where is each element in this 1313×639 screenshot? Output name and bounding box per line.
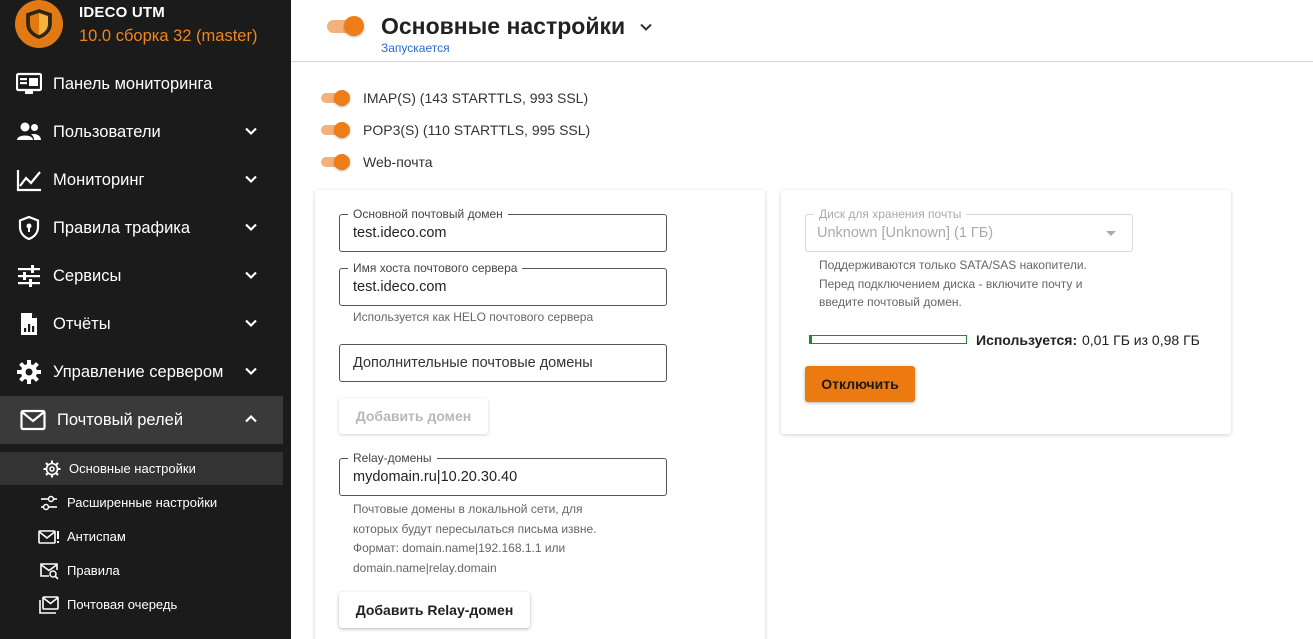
dashboard-icon [16,72,42,96]
extra-domains-input[interactable] [339,344,667,382]
brand: IDECO UTM 10.0 сборка 32 (master) [0,0,291,62]
chart-line-icon [16,168,42,192]
sidebar-item-services[interactable]: Сервисы [0,252,283,300]
sidebar-item-dashboard[interactable]: Панель мониторинга [0,60,283,108]
field-value: test.ideco.com [353,279,447,295]
sidebar-subitem-label: Расширенные настройки [67,495,218,510]
sidebar-item-label: Пользователи [53,122,161,141]
sidebar-item-server-management[interactable]: Управление сервером [0,348,283,396]
domains-card: Основной почтовый домен test.ideco.com И… [315,190,765,639]
sidebar-item-label: Мониторинг [53,170,145,189]
sidebar-subitem-label: Правила [67,563,120,578]
sidebar-item-label: Правила трафика [53,218,191,237]
hint-line: введите почтовый домен. [819,295,962,309]
hint-line: Поддерживаются только SATA/SAS накопител… [819,258,1087,272]
chevron-down-icon [245,223,257,232]
sidebar-item-label: Панель мониторинга [53,74,213,93]
usage-label: Используется: [976,332,1078,348]
mail-search-icon [38,561,60,581]
toggle-label: Web-почта [363,154,433,170]
toggle-label: IMAP(S) (143 STARTTLS, 993 SSL) [363,90,589,106]
shield-icon [15,0,63,48]
field-label: Основной почтовый домен [348,207,508,221]
toggle-switch[interactable] [321,122,351,138]
mail-queue-icon [38,595,60,615]
toggle-label: POP3(S) (110 STARTTLS, 995 SSL) [363,122,591,138]
sidebar-item-traffic-rules[interactable]: Правила трафика [0,204,283,252]
storage-usage-fill [810,336,813,343]
app-title: IDECO UTM [79,4,165,21]
relay-hint: Почтовые домены в локальной сети, для ко… [353,500,597,578]
dropdown-arrow-icon [1106,231,1116,236]
sidebar-subitem-mail-queue[interactable]: Почтовая очередь [0,588,283,621]
storage-hint: Поддерживаются только SATA/SAS накопител… [819,256,1087,312]
sidebar: IDECO UTM 10.0 сборка 32 (master) Панель… [0,0,291,639]
chevron-down-icon[interactable] [639,20,653,34]
sidebar-subitem-rules[interactable]: Правила [0,554,283,587]
field-value: mydomain.ru|10.20.30.40 [353,469,518,485]
shield-icon [16,216,42,240]
sidebar-subitem-label: Почтовая очередь [67,597,178,612]
storage-card: Диск для хранения почты Unknown [Unknown… [781,190,1231,434]
sidebar-item-reports[interactable]: Отчёты [0,300,283,348]
hostname-hint: Используется как HELO почтового сервера [353,310,594,324]
status-text: Запускается [381,41,450,55]
sidebar-item-mail-relay[interactable]: Почтовый релей [0,396,283,444]
sidebar-item-label: Отчёты [53,314,111,333]
report-icon [16,312,42,336]
mail-icon [20,408,46,432]
storage-usage-bar [809,335,967,344]
usage-value: 0,01 ГБ из 0,98 ГБ [1082,332,1200,348]
hint-line: Формат: domain.name|192.168.1.1 или [353,541,566,555]
field-value: Unknown [Unknown] (1 ГБ) [817,225,994,241]
toggle-switch[interactable] [321,154,351,170]
gear-icon [16,360,42,384]
toggle-knob [344,16,364,36]
chevron-down-icon [245,127,257,136]
page-header: Основные настройки Запускается [291,0,1313,62]
field-value: test.ideco.com [353,225,447,241]
chevron-down-icon [245,367,257,376]
hint-line: Почтовые домены в локальной сети, для [353,502,583,516]
main-content: IMAP(S) (143 STARTTLS, 993 SSL) POP3(S) … [291,62,1313,639]
mail-alert-icon [38,527,60,547]
sidebar-item-label: Почтовый релей [57,410,184,429]
sidebar-subitem-label: Антиспам [67,529,126,544]
add-domain-button[interactable]: Добавить домен [339,398,488,434]
service-toggle[interactable] [327,16,365,36]
sidebar-item-monitoring[interactable]: Мониторинг [0,156,283,204]
sliders-icon [16,264,42,288]
sidebar-item-users[interactable]: Пользователи [0,108,283,156]
field-label: Имя хоста почтового сервера [348,261,523,275]
sliders-icon [38,493,60,513]
add-relay-domain-button[interactable]: Добавить Relay-домен [339,592,530,628]
page-title: Основные настройки [381,13,626,39]
app-version: 10.0 сборка 32 (master) [79,27,258,45]
storage-disk-select: Диск для хранения почты Unknown [Unknown… [805,207,1133,252]
hint-line: Перед подключением диска - включите почт… [819,276,1083,291]
sidebar-subitem-antispam[interactable]: Антиспам [0,520,283,553]
chevron-down-icon [245,175,257,184]
disable-button[interactable]: Отключить [805,366,915,402]
hostname-field[interactable]: Имя хоста почтового сервера test.ideco.c… [339,261,667,306]
sidebar-item-label: Управление сервером [53,362,224,381]
sidebar-subitem-label: Основные настройки [69,461,196,476]
chevron-down-icon [245,271,257,280]
hint-line: domain.name|relay.domain [353,560,497,575]
chevron-up-icon [245,414,257,423]
users-icon [16,120,42,144]
toggle-switch[interactable] [321,90,351,106]
extra-domains-text-input[interactable] [340,345,666,381]
main-domain-field[interactable]: Основной почтовый домен test.ideco.com [339,207,667,252]
field-label: Диск для хранения почты [814,207,967,221]
hint-line: которых будут пересылаться письма извне. [353,521,597,536]
sidebar-item-label: Сервисы [53,266,122,285]
sidebar-subitem-basic-settings[interactable]: Основные настройки [0,452,283,485]
sidebar-subitem-advanced-settings[interactable]: Расширенные настройки [0,486,283,519]
relay-domains-field[interactable]: Relay-домены mydomain.ru|10.20.30.40 [339,451,667,496]
gear-icon [41,459,63,479]
chevron-down-icon [245,319,257,328]
field-label: Relay-домены [348,451,437,465]
